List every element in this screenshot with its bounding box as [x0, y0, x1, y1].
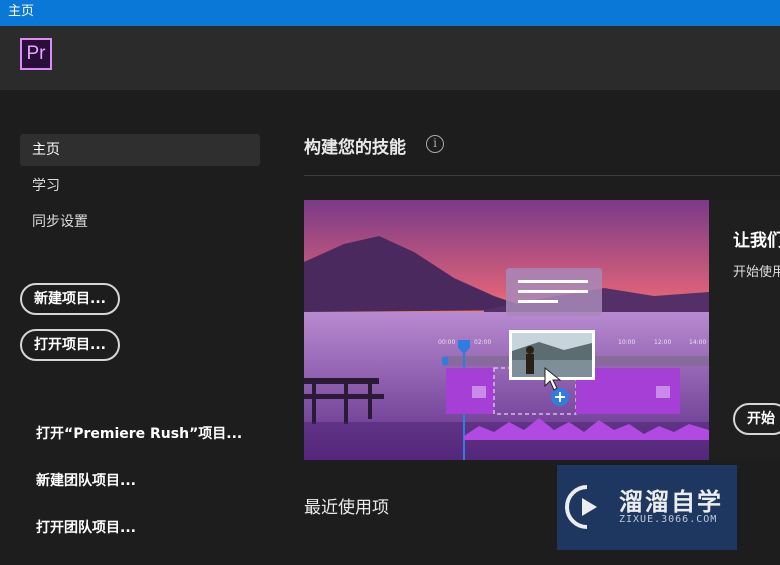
timecode-label: 12:00: [654, 339, 671, 346]
play-logo-icon: [565, 485, 597, 529]
info-icon[interactable]: i: [426, 135, 444, 153]
new-team-project-link[interactable]: 新建团队项目...: [36, 470, 136, 490]
new-project-button[interactable]: 新建项目...: [20, 283, 120, 315]
card-subtitle: 开始使用: [733, 265, 780, 280]
sidebar-item-learn[interactable]: 学习: [20, 170, 260, 202]
window-title: 主页: [8, 4, 35, 19]
skills-title: 构建您的技能: [304, 138, 406, 158]
sidebar-item-home[interactable]: 主页: [20, 134, 260, 166]
card-title: 让我们: [733, 231, 780, 251]
timecode-label: 02:00: [474, 339, 491, 346]
tutorial-hero-image[interactable]: 00:00 02:00 10:00 12:00 14:00: [304, 200, 709, 460]
open-team-project-link[interactable]: 打开团队项目...: [36, 517, 136, 537]
timecode-label: 00:00: [438, 339, 455, 346]
timecode-label: 14:00: [689, 339, 706, 346]
watermark-url: ZIXUE.3066.COM: [619, 514, 718, 525]
open-project-button[interactable]: 打开项目...: [20, 329, 120, 361]
watermark: 溜溜自学 ZIXUE.3066.COM: [557, 465, 737, 550]
recent-title: 最近使用项: [304, 498, 389, 518]
sidebar: 主页 学习 同步设置 新建项目... 打开项目... 打开“Premiere R…: [0, 90, 280, 565]
app-header: Pr: [0, 26, 780, 90]
premiere-logo: Pr: [20, 38, 52, 70]
open-rush-project-link[interactable]: 打开“Premiere Rush”项目...: [36, 423, 242, 443]
window-titlebar: 主页: [0, 0, 780, 26]
tutorial-card: 让我们 开始使用 开始: [709, 200, 780, 460]
timecode-label: 10:00: [618, 339, 635, 346]
start-button[interactable]: 开始: [733, 403, 780, 435]
watermark-title: 溜溜自学: [619, 488, 723, 516]
divider: [304, 175, 780, 176]
sidebar-item-sync-settings[interactable]: 同步设置: [20, 206, 260, 238]
